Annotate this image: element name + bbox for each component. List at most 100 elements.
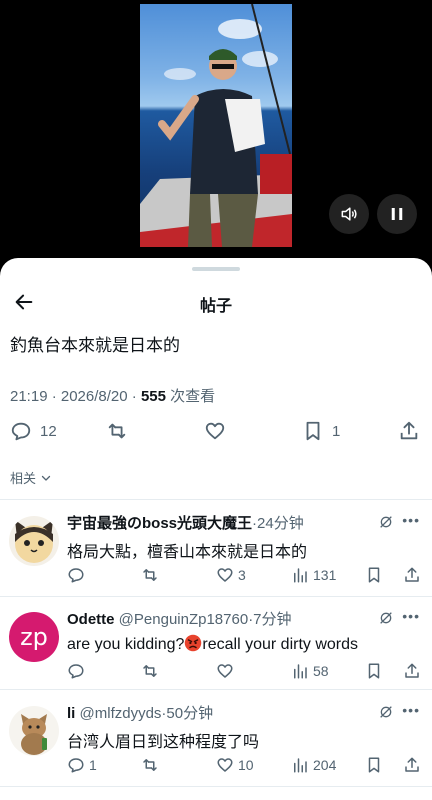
repost-icon [143, 759, 157, 771]
views-icon [294, 664, 307, 679]
video-frame[interactable] [140, 4, 292, 247]
reply-header: 宇宙最強のboss光頭大魔王·24分钟 [67, 512, 422, 533]
share-icon [405, 663, 419, 678]
divider [0, 786, 432, 787]
post-meta: 21:19 · 2026/8/20 · 555 次查看 [10, 385, 215, 406]
repost-icon [143, 569, 157, 581]
reply-author-name[interactable]: 宇宙最強のboss光頭大魔王 [67, 515, 252, 532]
reply-text-start: are you kidding? [67, 636, 185, 653]
avatar-initials: zp [20, 623, 48, 651]
bookmark-button[interactable] [365, 566, 383, 584]
reply-author-handle[interactable]: @mlfzdyyds [75, 705, 162, 722]
heart-icon [217, 758, 233, 772]
reply-header: Odette @PenguinZp18760·7分钟 [67, 608, 422, 629]
cat-avatar-image [9, 516, 59, 566]
sheet-grabber[interactable] [192, 267, 240, 271]
more-icon[interactable]: ••• [402, 512, 420, 528]
share-button[interactable] [403, 662, 421, 680]
reply-button[interactable]: 12 [10, 420, 57, 442]
reply-text: 台湾人眉日到这种程度了吗 [67, 734, 260, 751]
reply-time: ·24分钟 [252, 515, 304, 532]
grok-button[interactable] [378, 610, 394, 626]
reply-time: ·50分钟 [161, 705, 214, 722]
bookmark-icon [368, 757, 380, 773]
grok-button[interactable] [378, 704, 394, 720]
volume-icon [341, 207, 357, 221]
page-title: 帖子 [199, 298, 232, 315]
reply-author-name[interactable]: Odette [67, 611, 115, 628]
share-button[interactable] [403, 756, 421, 774]
repost-button[interactable] [141, 566, 159, 584]
reply-icon [68, 568, 84, 583]
volume-button[interactable] [329, 194, 369, 234]
views-button[interactable]: 131 [291, 566, 336, 584]
video-player[interactable] [0, 0, 432, 262]
share-button[interactable] [398, 420, 420, 442]
reply-button[interactable]: 1 [67, 756, 97, 774]
reply-text: are you kidding? recall your dirty words [67, 634, 358, 654]
reply-author-handle[interactable]: @PenguinZp18760 [115, 611, 249, 628]
avatar[interactable]: zp [9, 612, 59, 662]
reply-action-bar: 1 10 204 [67, 756, 427, 776]
bookmark-icon [368, 567, 380, 583]
related-dropdown[interactable]: 相关 [10, 468, 52, 487]
view-count: 204 [313, 757, 337, 773]
post-detail-sheet: 帖子 釣魚台本來就是日本的 21:19 · 2026/8/20 · 555 次查… [0, 258, 432, 800]
angry-face-emoji-icon [185, 634, 202, 652]
repost-icon [108, 423, 126, 439]
bookmark-button[interactable] [365, 662, 383, 680]
more-icon[interactable]: ••• [402, 608, 420, 624]
bookmark-count: 1 [332, 422, 341, 440]
post-timestamp: 21:19 · 2026/8/20 · [10, 388, 141, 405]
avatar[interactable] [9, 516, 59, 566]
reply-header: li @mlfzdyyds·50分钟 [67, 702, 422, 723]
view-count: 58 [313, 663, 329, 679]
cat-avatar-image [9, 706, 59, 756]
pause-button[interactable] [377, 194, 417, 234]
post-action-bar: 12 1 [0, 418, 432, 446]
grok-icon [380, 612, 392, 624]
views-icon [294, 758, 307, 773]
post-views-label: 次查看 [165, 388, 216, 405]
repost-button[interactable] [141, 756, 159, 774]
repost-button[interactable] [141, 662, 159, 680]
share-icon [405, 757, 419, 772]
views-button[interactable]: 58 [291, 662, 329, 680]
avatar[interactable] [9, 706, 59, 756]
like-count: 10 [238, 757, 254, 773]
grok-button[interactable] [378, 514, 394, 530]
view-count: 131 [313, 567, 337, 583]
share-icon [400, 421, 418, 440]
reply-item[interactable]: li @mlfzdyyds·50分钟 ••• 台湾人眉日到这种程度了吗 1 10 [0, 690, 432, 786]
grok-icon [380, 706, 392, 718]
more-icon[interactable]: ••• [402, 702, 420, 718]
share-button[interactable] [403, 566, 421, 584]
chevron-down-icon [41, 475, 51, 481]
reply-action-bar: 3 131 [67, 566, 427, 586]
reply-icon [68, 758, 84, 773]
like-button[interactable] [204, 420, 234, 442]
reply-text: 格局大點，檀香山本來就是日本的 [67, 544, 308, 561]
bookmark-button[interactable]: 1 [302, 420, 340, 442]
reply-count: 12 [40, 422, 57, 440]
repost-icon [143, 665, 157, 677]
reply-button[interactable] [67, 662, 89, 680]
bookmark-button[interactable] [365, 756, 383, 774]
reply-icon [68, 664, 84, 679]
reply-item[interactable]: zp Odette @PenguinZp18760·7分钟 ••• are yo… [0, 596, 432, 692]
reply-time: ·7分钟 [248, 611, 292, 628]
reply-action-bar: 58 [67, 662, 427, 682]
pause-icon [391, 208, 403, 220]
like-button[interactable]: 3 [216, 566, 246, 584]
reply-button[interactable] [67, 566, 89, 584]
like-button[interactable] [216, 662, 238, 680]
reply-text-end: recall your dirty words [202, 636, 359, 653]
views-icon [294, 568, 307, 583]
reply-item[interactable]: 宇宙最強のboss光頭大魔王·24分钟 ••• 格局大點，檀香山本來就是日本的 … [0, 500, 432, 596]
views-button[interactable]: 204 [291, 756, 336, 774]
reply-count: 1 [89, 757, 97, 773]
repost-button[interactable] [106, 420, 128, 442]
bookmark-icon [306, 421, 320, 441]
heart-icon [217, 664, 233, 678]
like-button[interactable]: 10 [216, 756, 254, 774]
